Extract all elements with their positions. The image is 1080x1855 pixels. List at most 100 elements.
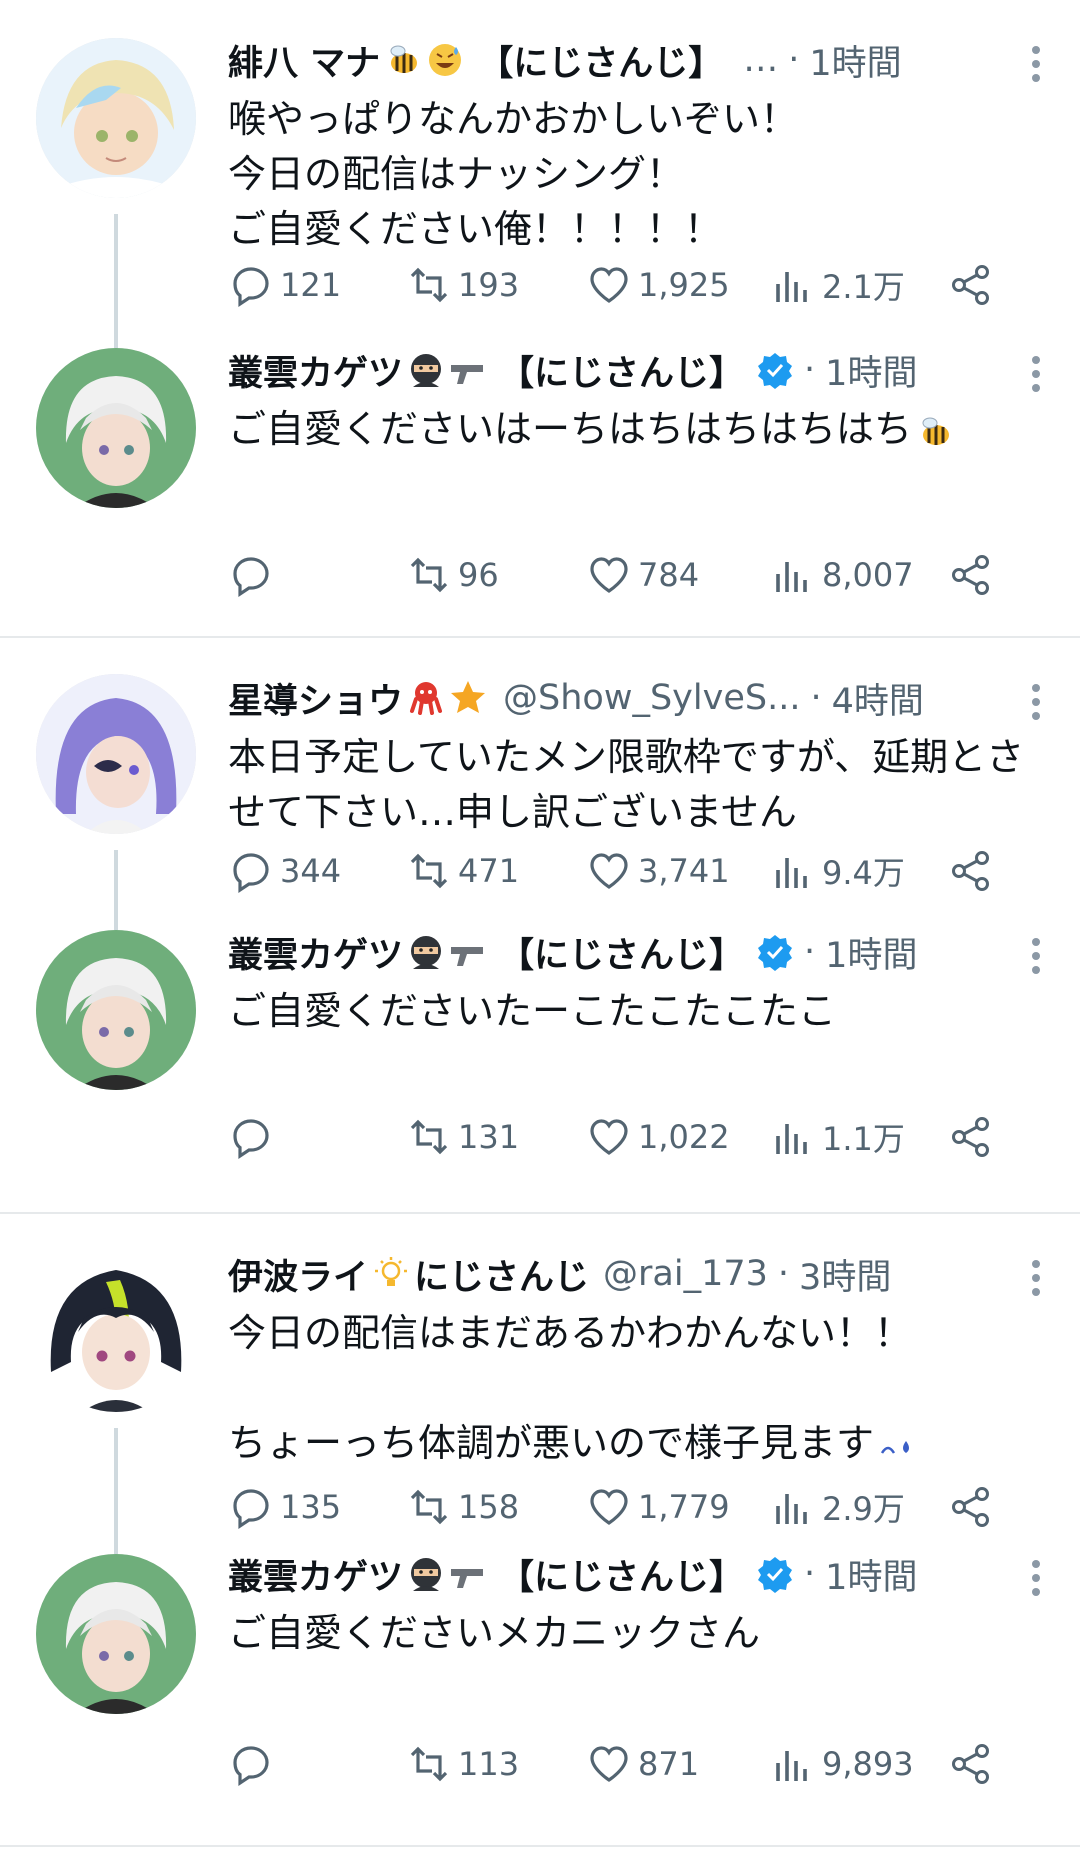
ninja-icon [407, 1555, 445, 1593]
timestamp[interactable]: 4時間 [832, 673, 924, 724]
view-count: 2.1万 [822, 268, 905, 306]
display-name[interactable]: 叢雲カゲツ [228, 345, 403, 396]
sweat-smile-icon [426, 41, 464, 79]
retweet-icon [410, 267, 448, 303]
more-options-icon[interactable] [1032, 1560, 1040, 1600]
retweet-button[interactable]: 158 [406, 1484, 586, 1530]
tweet[interactable]: 緋八 マナ 【にじさんじ】 … · 1時間 喉やっぱりなんかおかしいぞい！ 今日… [0, 0, 1080, 378]
reply-button[interactable]: 135 [228, 1484, 406, 1530]
share-icon [952, 1117, 989, 1157]
like-count: 1,022 [638, 1118, 730, 1156]
pistol-icon [449, 1555, 487, 1593]
like-button[interactable]: 3,741 [586, 848, 770, 894]
avatar[interactable] [36, 1554, 196, 1714]
retweet-button[interactable]: 96 [406, 552, 586, 598]
timestamp[interactable]: 1時間 [809, 35, 901, 86]
pistol-icon [449, 351, 487, 389]
retweet-button[interactable]: 131 [406, 1114, 586, 1160]
view-count: 1.1万 [822, 1120, 905, 1158]
reply-button[interactable]: 121 [228, 262, 406, 308]
share-button[interactable] [948, 262, 994, 308]
reply-icon [233, 267, 269, 307]
more-options-icon[interactable] [1032, 46, 1040, 86]
retweet-button[interactable]: 193 [406, 262, 586, 308]
tweet[interactable]: 叢雲カゲツ 【にじさんじ】 · 1時間 ご自愛くださいはーちはちはちはちはち 9… [0, 340, 1080, 630]
display-name[interactable]: 星導ショウ [228, 673, 403, 724]
handle[interactable]: … [743, 40, 778, 80]
reply-button[interactable] [228, 1114, 406, 1160]
tweet[interactable]: 伊波ライ にじさんじ @rai_173 · 3時間 今日の配信はまだあるかわかん… [0, 1214, 1080, 1574]
views-button[interactable]: 9,893 [770, 1741, 948, 1787]
views-button[interactable]: 2.9万 [770, 1484, 948, 1530]
like-button[interactable]: 1,022 [586, 1114, 770, 1160]
retweet-count: 96 [458, 556, 499, 594]
retweet-count: 158 [458, 1488, 520, 1526]
handle[interactable]: @rai_173 [603, 1254, 768, 1294]
action-bar: 131 1,022 1.1万 [228, 1112, 1020, 1162]
retweet-icon [410, 1489, 448, 1525]
avatar[interactable] [36, 38, 196, 198]
view-count: 8,007 [822, 556, 914, 594]
thread-line [114, 1428, 118, 1574]
timestamp[interactable]: 1時間 [825, 1549, 917, 1600]
reply-icon [233, 557, 269, 597]
sweat-icon [878, 1427, 916, 1465]
like-button[interactable]: 784 [586, 552, 770, 598]
ninja-icon [407, 933, 445, 971]
like-button[interactable]: 1,779 [586, 1484, 770, 1530]
avatar[interactable] [36, 348, 196, 508]
avatar[interactable] [36, 674, 196, 834]
affiliation-tag: 【にじさんじ】 [499, 353, 745, 394]
retweet-icon [410, 853, 448, 889]
share-button[interactable] [948, 1484, 994, 1530]
timestamp[interactable]: 1時間 [825, 927, 917, 978]
like-count: 3,741 [638, 852, 730, 890]
like-button[interactable]: 1,925 [586, 262, 770, 308]
reply-button[interactable]: 344 [228, 848, 406, 894]
tweet[interactable]: 星導ショウ @Show_SylveS... · 4時間 本日予定していたメン限歌… [0, 638, 1080, 960]
retweet-button[interactable]: 471 [406, 848, 586, 894]
share-button[interactable] [948, 552, 994, 598]
separator-dot: · [788, 40, 800, 80]
tweet-header: 叢雲カゲツ 【にじさんじ】 · 1時間 [228, 340, 1052, 400]
share-button[interactable] [948, 1114, 994, 1160]
share-button[interactable] [948, 1741, 994, 1787]
views-button[interactable]: 2.1万 [770, 262, 948, 308]
heart-icon [590, 557, 628, 593]
timeline-feed: 緋八 マナ 【にじさんじ】 … · 1時間 喉やっぱりなんかおかしいぞい！ 今日… [0, 0, 1080, 1847]
heart-icon [590, 1119, 628, 1155]
retweet-icon [410, 1746, 448, 1782]
tweet-header: 緋八 マナ 【にじさんじ】 … · 1時間 [228, 30, 1052, 90]
avatar[interactable] [36, 1252, 196, 1412]
reply-button[interactable] [228, 1741, 406, 1787]
display-name[interactable]: 叢雲カゲツ [228, 927, 403, 978]
separator-dot: · [804, 350, 816, 390]
views-button[interactable]: 9.4万 [770, 848, 948, 894]
more-options-icon[interactable] [1032, 938, 1040, 978]
views-chart-icon [776, 1494, 807, 1524]
share-button[interactable] [948, 848, 994, 894]
bee-icon [384, 41, 422, 79]
handle[interactable]: @Show_SylveS... [503, 678, 800, 718]
view-count: 9.4万 [822, 854, 905, 892]
display-name[interactable]: 叢雲カゲツ [228, 1549, 403, 1600]
more-options-icon[interactable] [1032, 1260, 1040, 1300]
timestamp[interactable]: 3時間 [799, 1249, 891, 1300]
avatar[interactable] [36, 930, 196, 1090]
more-options-icon[interactable] [1032, 684, 1040, 724]
tweet[interactable]: 叢雲カゲツ 【にじさんじ】 · 1時間 ご自愛くださいたーこたこたこたこ 131… [0, 930, 1080, 1210]
display-name[interactable]: 緋八 マナ [228, 35, 380, 86]
display-name[interactable]: 伊波ライ [228, 1249, 368, 1300]
tweet-header: 星導ショウ @Show_SylveS... · 4時間 [228, 668, 1052, 728]
more-options-icon[interactable] [1032, 356, 1040, 396]
affiliation-tag: 【にじさんじ】 [499, 935, 745, 976]
timestamp[interactable]: 1時間 [825, 345, 917, 396]
tweet[interactable]: 叢雲カゲツ 【にじさんじ】 · 1時間 ご自愛くださいメカニックさん 113 8… [0, 1554, 1080, 1845]
views-button[interactable]: 8,007 [770, 552, 948, 598]
retweet-button[interactable]: 113 [406, 1741, 586, 1787]
views-chart-icon [776, 272, 807, 302]
separator-dot: · [777, 1254, 790, 1294]
like-button[interactable]: 871 [586, 1741, 770, 1787]
views-button[interactable]: 1.1万 [770, 1114, 948, 1160]
reply-button[interactable] [228, 552, 406, 598]
